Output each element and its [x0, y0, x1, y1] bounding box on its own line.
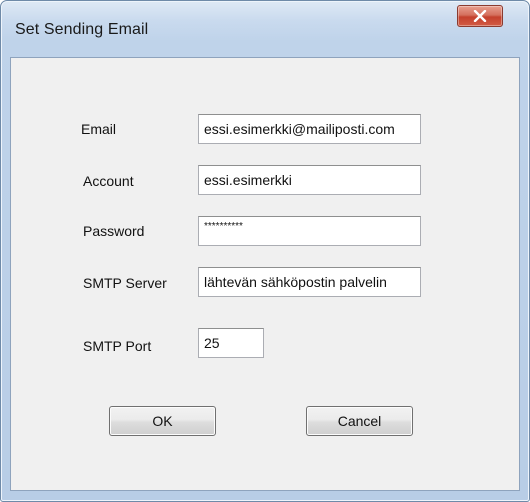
smtp-port-label: SMTP Port	[83, 338, 152, 354]
smtp-port-field[interactable]: 25	[198, 328, 264, 358]
close-icon	[473, 10, 487, 22]
dialog-client-area: Email essi.esimerkki@mailiposti.com Acco…	[10, 57, 520, 491]
close-button[interactable]	[457, 5, 503, 27]
password-label: Password	[83, 223, 145, 239]
window-title: Set Sending Email	[15, 21, 149, 38]
dialog-window: Set Sending Email Email essi.esimerkki@m…	[0, 0, 530, 502]
account-field[interactable]: essi.esimerkki	[198, 165, 421, 195]
smtp-server-field[interactable]: lähtevän sähköpostin palvelin	[198, 267, 421, 297]
email-field[interactable]: essi.esimerkki@mailiposti.com	[198, 114, 421, 144]
title-bar[interactable]: Set Sending Email	[1, 1, 529, 57]
account-label: Account	[83, 173, 134, 189]
cancel-button[interactable]: Cancel	[306, 406, 413, 436]
smtp-server-label: SMTP Server	[83, 275, 167, 291]
ok-button[interactable]: OK	[109, 406, 216, 436]
email-label: Email	[81, 121, 117, 137]
password-field[interactable]: **********	[198, 216, 421, 246]
